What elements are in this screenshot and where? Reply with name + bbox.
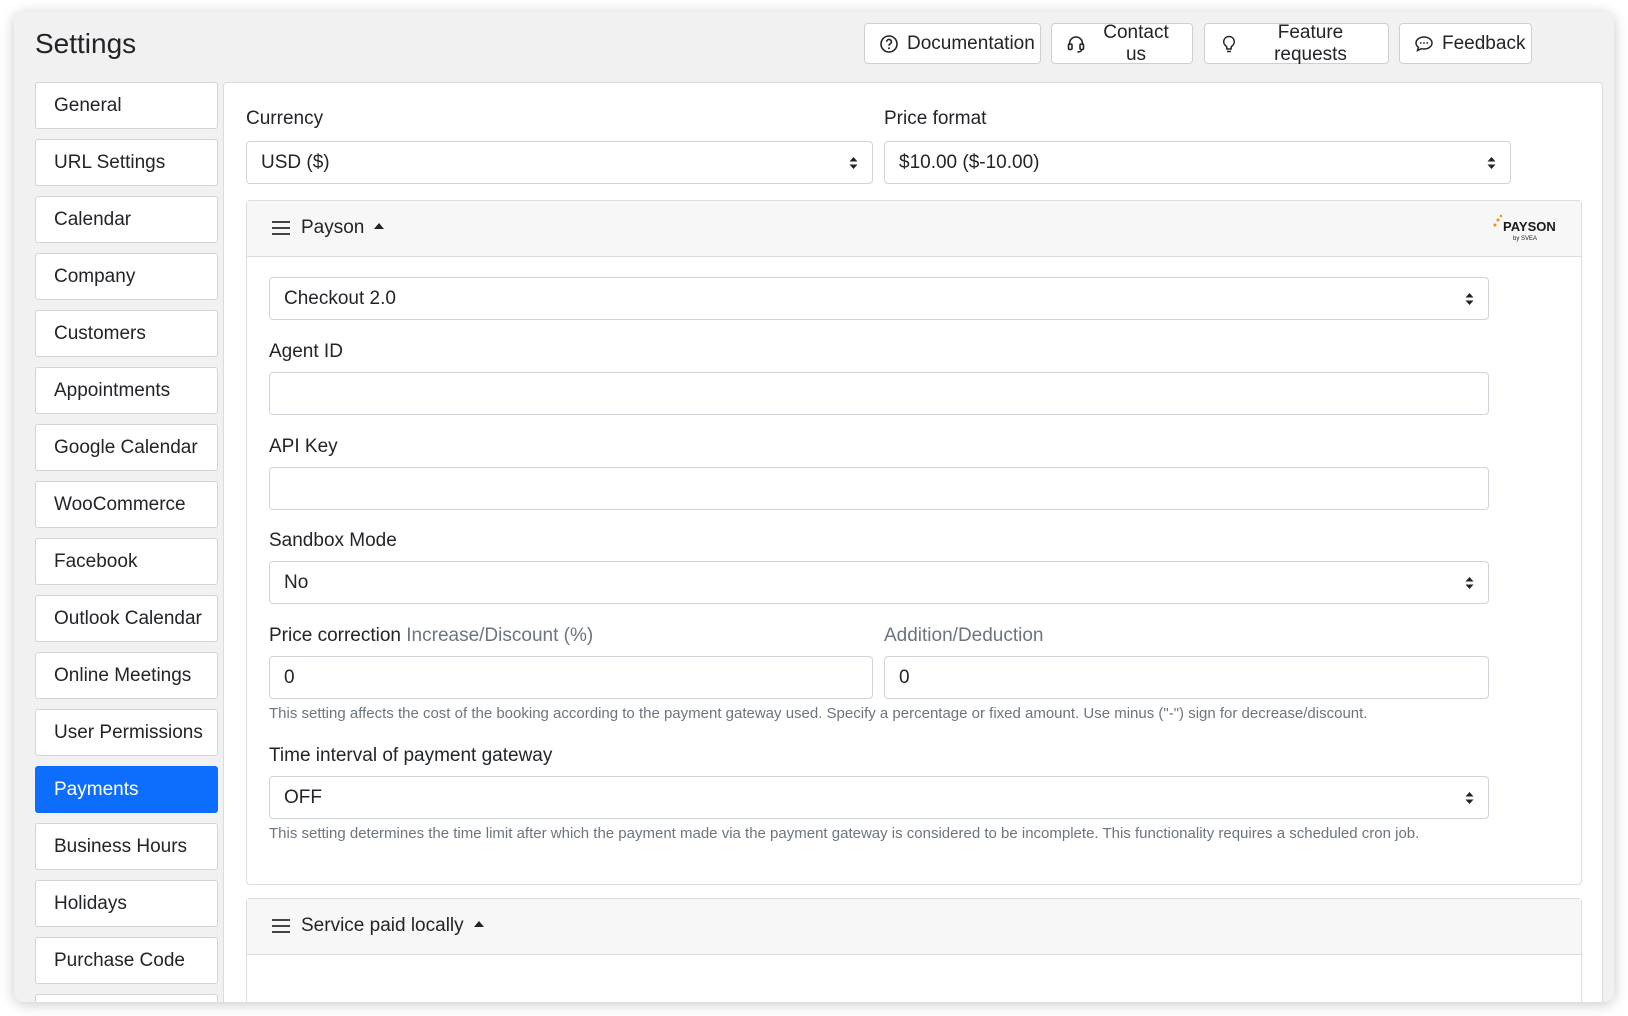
time-interval-select[interactable]: OFF <box>269 776 1489 819</box>
currency-label: Currency <box>246 108 324 129</box>
time-interval-label: Time interval of payment gateway <box>269 745 553 766</box>
payson-card: Payson PAYSON by SVEA Checkout 2.0 Agent… <box>246 200 1582 885</box>
settings-window: Settings Documentation Contact us Featur… <box>14 12 1614 1002</box>
lightbulb-icon <box>1219 34 1239 54</box>
select-arrows-icon <box>1465 577 1474 589</box>
sidebar-item-company[interactable]: Company <box>35 253 218 300</box>
feedback-button[interactable]: Feedback <box>1399 23 1532 64</box>
sidebar-item-payments[interactable]: Payments <box>35 766 218 813</box>
select-arrows-icon <box>1465 293 1474 305</box>
currency-value: USD ($) <box>261 151 330 173</box>
select-arrows-icon <box>849 157 858 169</box>
caret-up-icon <box>374 222 385 229</box>
caret-up-icon <box>473 920 484 927</box>
api-key-label: API Key <box>269 436 338 457</box>
sidebar-item-user-permissions[interactable]: User Permissions <box>35 709 218 756</box>
select-arrows-icon <box>1465 792 1474 804</box>
documentation-button[interactable]: Documentation <box>864 23 1041 64</box>
payments-panel: Currency USD ($) Price format $10.00 ($-… <box>223 82 1603 1002</box>
sandbox-mode-select[interactable]: No <box>269 561 1489 604</box>
api-key-input[interactable] <box>269 467 1489 510</box>
price-format-value: $10.00 ($-10.00) <box>899 151 1040 173</box>
headset-icon <box>1066 34 1086 54</box>
payson-logo: PAYSON by SVEA <box>1493 214 1556 242</box>
settings-sidebar: General URL Settings Calendar Company Cu… <box>35 82 218 1002</box>
feedback-label: Feedback <box>1442 32 1526 54</box>
sidebar-item-facebook[interactable]: Facebook <box>35 538 218 585</box>
price-format-label: Price format <box>884 108 987 129</box>
drag-handle-icon[interactable] <box>272 919 290 933</box>
chat-bubble-icon <box>1414 34 1434 54</box>
agent-id-input[interactable] <box>269 372 1489 415</box>
sidebar-item-woocommerce[interactable]: WooCommerce <box>35 481 218 528</box>
contact-us-label: Contact us <box>1103 21 1169 65</box>
price-correction-help: This setting affects the cost of the boo… <box>269 705 1368 722</box>
sidebar-item-outlook-calendar[interactable]: Outlook Calendar <box>35 595 218 642</box>
payson-title-text: Payson <box>301 217 365 238</box>
sandbox-mode-value: No <box>284 571 309 593</box>
sidebar-item-business-hours[interactable]: Business Hours <box>35 823 218 870</box>
drag-handle-icon[interactable] <box>272 221 290 235</box>
sidebar-item-appointments[interactable]: Appointments <box>35 367 218 414</box>
addition-deduction-label: Addition/Deduction <box>884 625 1044 647</box>
sidebar-item-google-calendar[interactable]: Google Calendar <box>35 424 218 471</box>
sidebar-item-holidays[interactable]: Holidays <box>35 880 218 927</box>
sidebar-item-purchase-code[interactable]: Purchase Code <box>35 937 218 984</box>
agent-id-label: Agent ID <box>269 341 343 362</box>
service-paid-locally-card: Service paid locally <box>246 898 1582 1002</box>
svg-text:by SVEA: by SVEA <box>1513 236 1537 242</box>
price-correction-sub: Increase/Discount (%) <box>406 625 594 646</box>
time-interval-help: This setting determines the time limit a… <box>269 825 1420 842</box>
svg-text:PAYSON: PAYSON <box>1503 219 1556 234</box>
sidebar-item-general[interactable]: General <box>35 82 218 129</box>
checkout-value: Checkout 2.0 <box>284 287 396 309</box>
documentation-label: Documentation <box>907 32 1035 54</box>
contact-us-button[interactable]: Contact us <box>1051 21 1193 65</box>
payson-card-title[interactable]: Payson <box>301 217 385 239</box>
feature-requests-button[interactable]: Feature requests <box>1204 21 1389 65</box>
sidebar-item-calendar[interactable]: Calendar <box>35 196 218 243</box>
service-paid-locally-text: Service paid locally <box>301 915 464 936</box>
service-paid-locally-title[interactable]: Service paid locally <box>301 915 484 937</box>
feature-requests-label: Feature requests <box>1274 21 1347 65</box>
increase-discount-value: 0 <box>284 666 295 688</box>
sidebar-item-customers[interactable]: Customers <box>35 310 218 357</box>
sidebar-item-url-settings[interactable]: URL Settings <box>35 139 218 186</box>
currency-select[interactable]: USD ($) <box>246 141 873 184</box>
sidebar-item-partial[interactable] <box>35 994 218 1002</box>
addition-deduction-value: 0 <box>899 666 910 688</box>
payson-card-header[interactable]: Payson PAYSON by SVEA <box>247 201 1581 257</box>
payson-checkout-select[interactable]: Checkout 2.0 <box>269 277 1489 320</box>
page-title: Settings <box>35 28 137 59</box>
select-arrows-icon <box>1487 157 1496 169</box>
addition-deduction-text: Addition/Deduction <box>884 625 1044 646</box>
price-format-select[interactable]: $10.00 ($-10.00) <box>884 141 1511 184</box>
question-circle-icon <box>879 34 899 54</box>
addition-deduction-input[interactable]: 0 <box>884 656 1489 699</box>
service-paid-locally-header[interactable]: Service paid locally <box>247 899 1581 955</box>
sandbox-mode-label: Sandbox Mode <box>269 530 397 551</box>
time-interval-value: OFF <box>284 786 322 808</box>
price-correction-text: Price correction <box>269 625 401 646</box>
increase-discount-input[interactable]: 0 <box>269 656 873 699</box>
price-correction-label: Price correction Increase/Discount (%) <box>269 625 593 647</box>
sidebar-item-online-meetings[interactable]: Online Meetings <box>35 652 218 699</box>
